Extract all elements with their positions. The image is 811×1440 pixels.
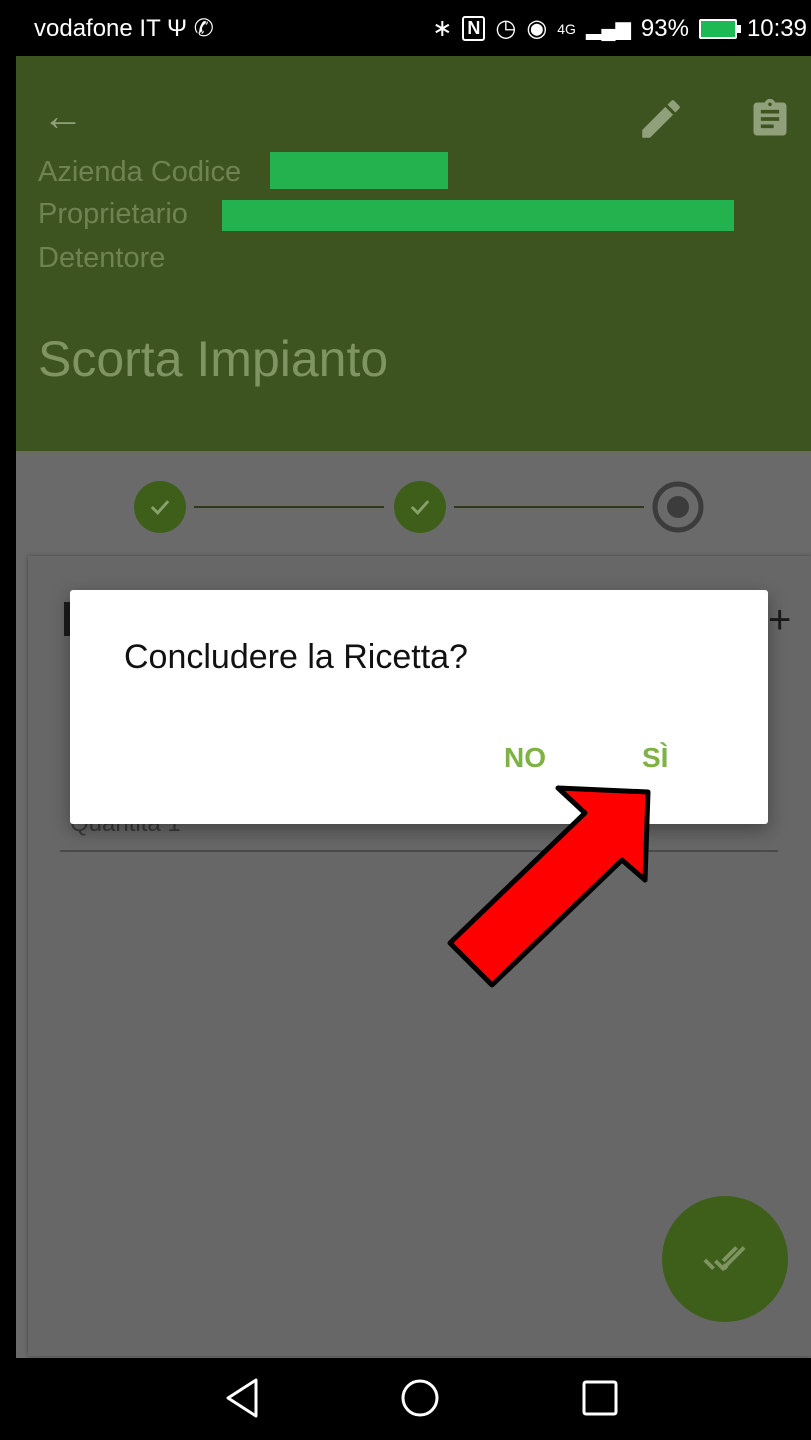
red-arrow-annotation	[447, 785, 651, 988]
navigation-bar	[0, 1358, 811, 1440]
triangle-back-icon[interactable]	[222, 1376, 262, 1420]
square-recents-icon[interactable]	[580, 1376, 620, 1420]
circle-home-icon[interactable]	[400, 1376, 440, 1420]
